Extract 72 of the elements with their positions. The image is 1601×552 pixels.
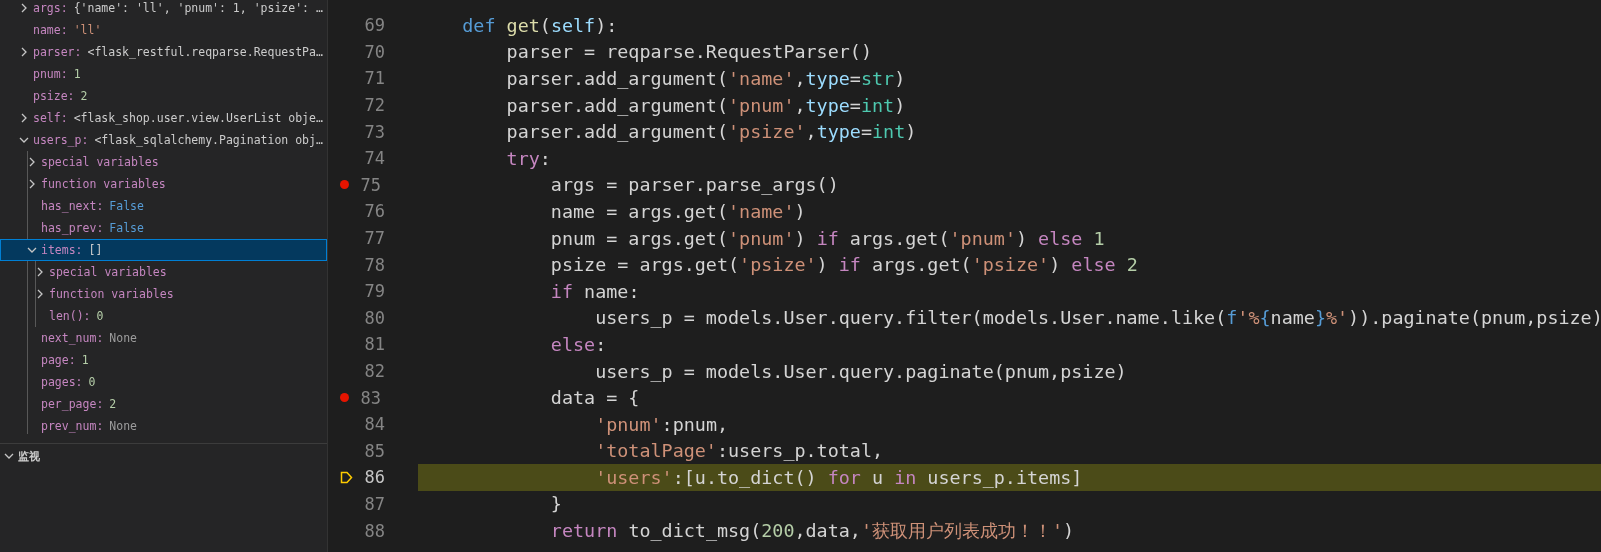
line-number: 75	[359, 174, 381, 195]
line-number: 84	[363, 414, 385, 435]
code-line: else:	[549, 332, 608, 357]
line-number: 82	[363, 361, 385, 381]
code-line: if name:	[549, 279, 641, 304]
line-number: 85	[363, 440, 385, 461]
chevron-right-icon[interactable]	[27, 179, 37, 189]
breakpoint-icon[interactable]	[340, 393, 349, 403]
code-line: name = args.get('name')	[549, 199, 807, 224]
code-line: parser.add_argument('psize',type=int)	[505, 120, 918, 145]
code-line: 'pnum':pnum,	[594, 412, 730, 437]
variable-row[interactable]: self: <flask_shop.user.view.UserList obje…	[0, 107, 327, 129]
code-line: parser = reqparse.RequestParser()	[505, 40, 873, 65]
line-number: 87	[363, 494, 385, 514]
line-number: 76	[363, 201, 385, 222]
variable-row[interactable]: psize: 2	[0, 85, 327, 107]
line-number: 72	[363, 95, 385, 116]
variable-row[interactable]: len(): 0	[0, 305, 327, 327]
line-number: 69	[363, 15, 385, 36]
watch-header[interactable]: 监视	[0, 443, 327, 468]
code-line: args = parser.parse_args()	[549, 173, 840, 198]
variable-row[interactable]: items: []	[0, 239, 327, 261]
code-line: parser.add_argument('pnum',type=int)	[505, 93, 907, 118]
variable-row[interactable]: function variables	[0, 283, 327, 305]
variable-row[interactable]: function variables	[0, 173, 327, 195]
variable-row[interactable]: page: 1	[0, 349, 327, 371]
line-number: 71	[363, 68, 385, 89]
variable-row[interactable]: args: {'name': 'll', 'pnum': 1, 'psize': …	[0, 0, 327, 19]
code-line: parser.add_argument('name',type=str)	[505, 67, 907, 91]
chevron-down-icon[interactable]	[27, 245, 37, 255]
code-line: try:	[505, 146, 552, 171]
variable-row[interactable]: name: 'll'	[0, 19, 327, 41]
chevron-down-icon[interactable]	[4, 451, 14, 461]
code-line: data = {	[549, 386, 641, 411]
code-line: def get(self):	[461, 13, 619, 38]
chevron-right-icon[interactable]	[19, 3, 29, 13]
chevron-right-icon[interactable]	[19, 113, 29, 123]
variable-row[interactable]: parser: <flask_restful.reqparse.RequestPa…	[0, 41, 327, 63]
variable-row[interactable]: special variables	[0, 151, 327, 173]
code-line: users_p = models.User.query.paginate(pnum,psize)	[594, 359, 1128, 384]
variable-row[interactable]: special variables	[0, 261, 327, 283]
line-number: 70	[363, 41, 385, 62]
line-number: 83	[359, 387, 381, 408]
chevron-right-icon[interactable]	[27, 157, 37, 167]
breakpoint-icon[interactable]	[340, 180, 349, 190]
variable-row[interactable]: users_p: <flask_sqlalchemy.Pagination obj…	[0, 129, 327, 151]
chevron-down-icon[interactable]	[19, 135, 29, 145]
line-number: 74	[363, 148, 385, 169]
variable-row[interactable]: pages: 0	[0, 371, 327, 393]
variable-row[interactable]: has_prev: False	[0, 217, 327, 239]
line-number: 81	[363, 334, 385, 355]
chevron-right-icon[interactable]	[35, 289, 45, 299]
line-number: 80	[363, 307, 385, 328]
code-line: return to_dict_msg(200,data,'获取用户列表成功！！')	[549, 519, 1076, 544]
code-line: pnum = args.get('pnum') if args.get('pnum') else 1	[549, 226, 1106, 251]
code-line: 'totalPage':users_p.total,	[594, 439, 885, 464]
code-line: psize = args.get('psize') if args.get('psize') else 2	[549, 253, 1139, 278]
code-line: users_p = models.User.query.filter(models.User.name.like(f'%{name}%')).paginate(pnum,psize)	[594, 306, 1601, 331]
chevron-right-icon[interactable]	[19, 47, 29, 57]
line-number: 79	[363, 281, 385, 302]
variable-row[interactable]: next_num: None	[0, 327, 327, 349]
variable-row[interactable]: prev_num: None	[0, 415, 327, 434]
line-number: 86	[363, 467, 385, 488]
line-number: 78	[363, 254, 385, 275]
line-number: 77	[363, 228, 385, 249]
variable-row[interactable]: per_page: 2	[0, 393, 327, 415]
chevron-right-icon[interactable]	[35, 267, 45, 277]
code-line: }	[549, 492, 563, 517]
variable-row[interactable]: pnum: 1	[0, 63, 327, 85]
line-number: 73	[363, 121, 385, 142]
variable-row[interactable]: has_next: False	[0, 195, 327, 217]
line-number: 88	[363, 520, 385, 541]
